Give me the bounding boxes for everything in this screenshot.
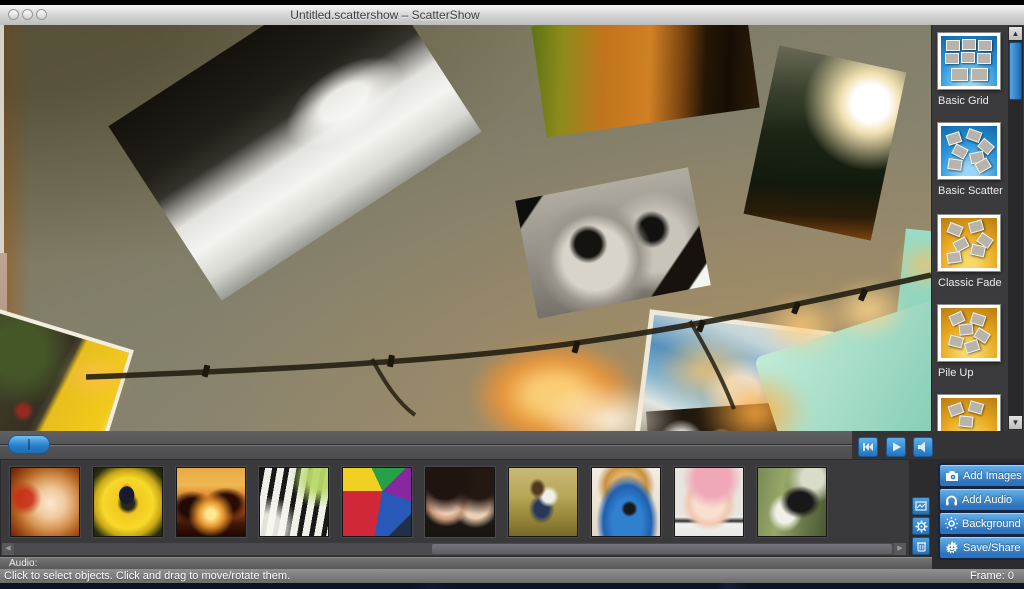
- preview-canvas[interactable]: [0, 25, 931, 431]
- frame-counter: Frame: 0: [970, 569, 1014, 583]
- template-basic-scatter[interactable]: Basic Scatter: [938, 123, 1010, 197]
- background-button[interactable]: Background: [938, 511, 1024, 536]
- speaker-icon: [917, 441, 929, 453]
- add-audio-label: Add Audio: [962, 494, 1012, 506]
- background-label: Background: [962, 518, 1021, 530]
- footer-strip: [0, 583, 1024, 589]
- template-basic-grid-thumbnail: [938, 33, 1000, 89]
- template-basic-grid[interactable]: Basic Grid: [938, 33, 1010, 107]
- add-images-label: Add Images: [963, 470, 1022, 482]
- filmstrip-thumb-party[interactable]: [176, 467, 246, 537]
- template-basic-scatter-thumbnail: [938, 123, 1000, 179]
- template-partial-thumbnail: [938, 395, 1000, 431]
- scrollbar-thumb[interactable]: [432, 544, 892, 554]
- filmstrip: ◀ ▶: [0, 459, 910, 557]
- mute-button[interactable]: [913, 437, 933, 457]
- string-lights-wire: [0, 25, 931, 431]
- template-label: Pile Up: [938, 367, 1010, 379]
- sun-icon: [945, 517, 958, 530]
- delete-clip-button[interactable]: [912, 537, 930, 555]
- gear-icon: [915, 520, 928, 533]
- filmstrip-thumb-child[interactable]: [10, 467, 80, 537]
- app-window: Untitled.scattershow – ScatterShow: [0, 0, 1024, 589]
- filmstrip-thumb-family[interactable]: [508, 467, 578, 537]
- template-label: Basic Grid: [938, 95, 1010, 107]
- skip-to-start-icon: [862, 441, 874, 453]
- apply-image-button[interactable]: [912, 497, 930, 515]
- scroll-up-arrow[interactable]: ▲: [1009, 27, 1022, 40]
- filmstrip-scrollbar: ◀ ▶: [2, 543, 906, 555]
- filmstrip-thumb-zebra[interactable]: [259, 467, 329, 537]
- audio-label: Audio:: [9, 558, 37, 569]
- apply-image-icon: [915, 500, 927, 512]
- play-button[interactable]: [886, 437, 906, 457]
- save-share-button[interactable]: Save/Share: [938, 535, 1024, 560]
- template-pile-up-thumbnail: [938, 305, 1000, 361]
- template-scrollbar: ▲ ▼: [1008, 26, 1023, 430]
- template-classic-fade-thumbnail: [938, 215, 1000, 271]
- title-bar: Untitled.scattershow – ScatterShow: [0, 5, 1024, 26]
- filmstrip-thumb-wedding[interactable]: [757, 467, 827, 537]
- template-pile-up[interactable]: Pile Up: [938, 305, 1010, 379]
- scroll-left-arrow[interactable]: ◀: [2, 543, 14, 555]
- close-window-button[interactable]: [8, 9, 19, 20]
- headphones-icon: [945, 494, 958, 506]
- skip-to-start-button[interactable]: [858, 437, 878, 457]
- camera-icon: [945, 470, 959, 481]
- filmstrip-thumb-two-women[interactable]: [425, 467, 495, 537]
- filmstrip-thumb-photographer[interactable]: [591, 467, 661, 537]
- add-images-button[interactable]: Add Images: [938, 463, 1024, 488]
- trash-icon: [916, 540, 927, 552]
- add-audio-button[interactable]: Add Audio: [938, 487, 1024, 512]
- filmstrip-thumb-kite[interactable]: [342, 467, 412, 537]
- timeline-track[interactable]: [0, 431, 852, 459]
- scroll-down-arrow[interactable]: ▼: [1009, 416, 1022, 429]
- hint-status-bar: Click to select objects. Click and drag …: [0, 569, 1024, 583]
- scroll-right-arrow[interactable]: ▶: [894, 543, 906, 555]
- star-face-icon: [945, 541, 959, 555]
- filmstrip-thumb-baby[interactable]: [674, 467, 744, 537]
- template-partial[interactable]: [938, 395, 1010, 431]
- template-label: Basic Scatter: [938, 185, 1010, 197]
- template-classic-fade[interactable]: Classic Fade: [938, 215, 1010, 289]
- template-label: Classic Fade: [938, 277, 1010, 289]
- minimize-window-button[interactable]: [22, 9, 33, 20]
- play-icon: [890, 441, 902, 453]
- window-title: Untitled.scattershow – ScatterShow: [240, 8, 530, 22]
- scrollbar-thumb[interactable]: [1009, 42, 1022, 100]
- template-sidebar: Basic Grid Basic Scatter Classic Fade: [931, 25, 1024, 431]
- hint-text: Click to select objects. Click and drag …: [4, 570, 290, 582]
- save-share-label: Save/Share: [963, 542, 1020, 554]
- zoom-window-button[interactable]: [36, 9, 47, 20]
- timeline-scrubber-handle[interactable]: [8, 435, 50, 454]
- clip-settings-button[interactable]: [912, 517, 930, 535]
- filmstrip-thumb-sunflower[interactable]: [93, 467, 163, 537]
- audio-status-bar: Audio:: [0, 557, 932, 569]
